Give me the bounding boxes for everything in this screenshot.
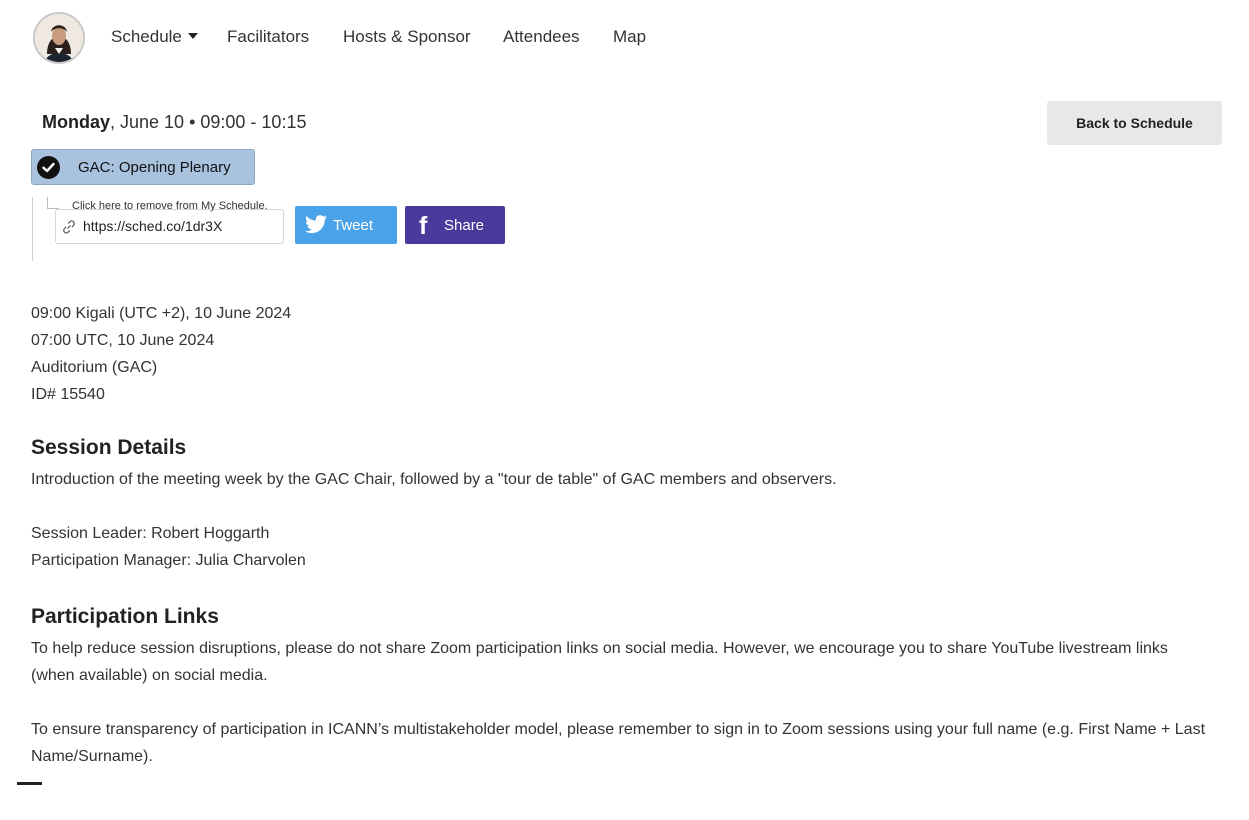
participation-links-heading: Participation Links <box>31 605 219 628</box>
back-to-schedule-button[interactable]: Back to Schedule <box>1047 101 1222 145</box>
nav-map[interactable]: Map <box>613 27 646 47</box>
divider-mark <box>17 782 42 785</box>
top-navigation: Schedule Facilitators Hosts & Sponsor At… <box>0 0 1249 76</box>
session-details-heading: Session Details <box>31 436 187 459</box>
session-day: Monday <box>42 112 111 132</box>
session-id: ID# 15540 <box>31 386 105 403</box>
divider <box>32 197 33 261</box>
tweet-label: Tweet <box>333 217 374 234</box>
participation-paragraph-2: To ensure transparency of participation … <box>31 721 1206 765</box>
nav-attendees[interactable]: Attendees <box>503 27 580 47</box>
session-date-time: , June 10 • 09:00 - 10:15 <box>110 112 307 132</box>
nav-schedule-label: Schedule <box>111 27 182 46</box>
share-label: Share <box>444 217 485 234</box>
nav-schedule[interactable]: Schedule <box>111 27 198 47</box>
local-time: 09:00 Kigali (UTC +2), 10 June 2024 <box>31 305 292 322</box>
nav-facilitators[interactable]: Facilitators <box>227 27 309 47</box>
room: Auditorium (GAC) <box>31 359 158 376</box>
checkmark-icon <box>37 156 60 179</box>
session-description: Introduction of the meeting week by the … <box>31 471 837 488</box>
session-title: GAC: Opening Plenary <box>78 159 231 176</box>
session-datetime: Monday, June 10 • 09:00 - 10:15 <box>42 112 306 133</box>
twitter-bird-icon <box>305 215 327 234</box>
utc-time: 07:00 UTC, 10 June 2024 <box>31 332 215 349</box>
tweet-button[interactable]: Tweet <box>295 206 397 244</box>
short-url-field[interactable]: https://sched.co/1dr3X <box>55 209 284 244</box>
caret-down-icon <box>187 33 198 39</box>
session-info: 09:00 Kigali (UTC +2), 10 June 2024 07:0… <box>31 300 291 408</box>
session-leader: Session Leader: Robert Hoggarth <box>31 525 270 542</box>
remove-tooltip: Click here to remove from My Schedule. <box>72 200 268 212</box>
participation-paragraph-1: To help reduce session disruptions, plea… <box>31 640 1168 684</box>
avatar[interactable] <box>33 12 85 64</box>
session-title-toggle[interactable]: GAC: Opening Plenary <box>31 149 255 185</box>
facebook-share-button[interactable]: f Share <box>405 206 505 244</box>
short-url-text: https://sched.co/1dr3X <box>83 218 223 234</box>
facebook-icon: f <box>419 212 428 240</box>
nav-hosts-sponsor[interactable]: Hosts & Sponsor <box>343 27 471 47</box>
link-icon <box>63 220 75 234</box>
participation-manager: Participation Manager: Julia Charvolen <box>31 552 306 569</box>
